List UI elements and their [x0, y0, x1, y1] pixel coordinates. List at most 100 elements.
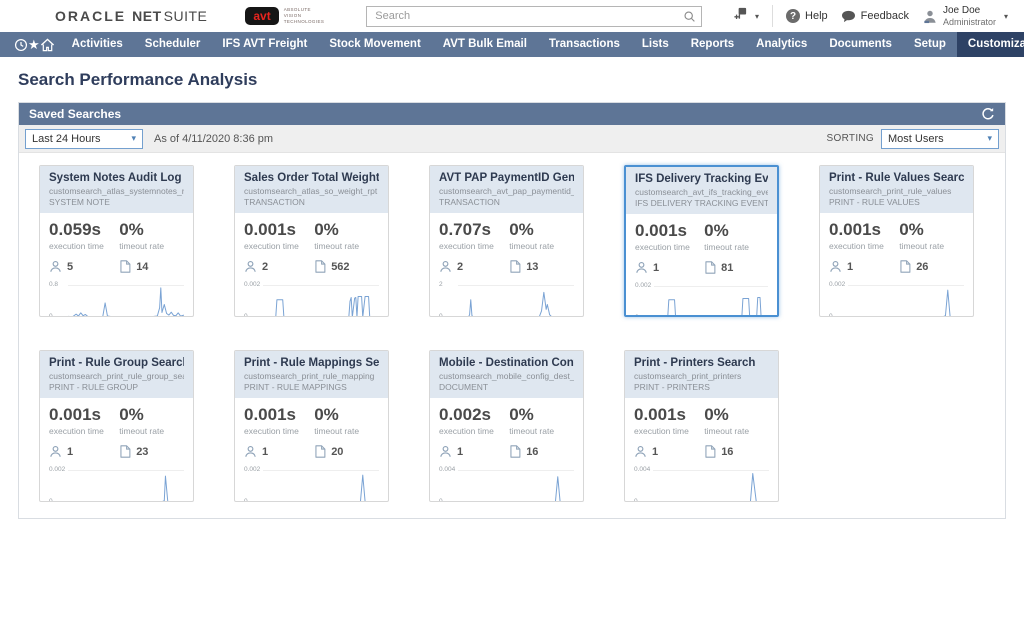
- card-record-type: IFS DELIVERY TRACKING EVENT: [635, 198, 768, 208]
- header-divider: [772, 5, 773, 27]
- timeout-rate-label: timeout rate: [704, 242, 768, 252]
- users-count: 1: [652, 446, 658, 458]
- timeout-rate-value: 0%: [704, 221, 768, 241]
- execution-time-label: execution time: [829, 241, 899, 251]
- nav-item-setup[interactable]: Setup: [903, 32, 957, 57]
- documents-count: 562: [331, 261, 349, 273]
- card-record-type: TRANSACTION: [439, 197, 574, 207]
- spark-ymin-label: 0: [829, 313, 846, 317]
- card-title: Sales Order Total Weight: [244, 172, 379, 184]
- nav-item-documents[interactable]: Documents: [818, 32, 903, 57]
- feedback-button[interactable]: Feedback: [841, 10, 909, 23]
- timeout-rate-label: timeout rate: [899, 241, 964, 251]
- search-card[interactable]: Print - Rule Group Searchcustomsearch_pr…: [39, 350, 194, 502]
- sparkline-chart: [458, 465, 574, 502]
- recent-records-clock-icon[interactable]: [14, 32, 28, 57]
- panel-title: Saved Searches: [29, 107, 121, 121]
- sparkline-chart: [68, 465, 184, 502]
- search-card[interactable]: System Notes Audit Logcustomsearch_atlas…: [39, 165, 194, 317]
- card-record-type: PRINT - RULE VALUES: [829, 197, 964, 207]
- search-card[interactable]: AVT PAP PaymentID Genera...customsearch_…: [429, 165, 584, 317]
- nav-item-stock-movement[interactable]: Stock Movement: [318, 32, 431, 57]
- help-button[interactable]: ? Help: [786, 9, 828, 23]
- card-header: Mobile - Destination Config ...customsea…: [430, 351, 583, 398]
- search-icon[interactable]: [683, 10, 696, 28]
- users-count: 1: [262, 446, 268, 458]
- timeout-rate-label: timeout rate: [119, 426, 184, 436]
- documents-count: 23: [136, 446, 148, 458]
- sorting-select[interactable]: Most Users: [881, 129, 999, 149]
- card-title: System Notes Audit Log: [49, 172, 184, 184]
- sparkline-chart: [653, 465, 769, 502]
- help-icon: ?: [786, 9, 800, 23]
- execution-time-value: 0.001s: [635, 221, 704, 241]
- refresh-icon[interactable]: [981, 107, 995, 121]
- timeout-rate-value: 0%: [119, 405, 184, 425]
- nav-item-avt-bulk-email[interactable]: AVT Bulk Email: [432, 32, 538, 57]
- avt-logo: avt Absolute Vision Technologies: [245, 7, 324, 25]
- cards-grid: System Notes Audit Logcustomsearch_atlas…: [19, 153, 1005, 518]
- nav-item-analytics[interactable]: Analytics: [745, 32, 818, 57]
- spark-ymax-label: 0.002: [244, 281, 261, 288]
- documents-icon: [509, 260, 521, 273]
- documents-count: 26: [916, 261, 928, 273]
- search-card[interactable]: Print - Printers Searchcustomsearch_prin…: [624, 350, 779, 502]
- nav-item-transactions[interactable]: Transactions: [538, 32, 631, 57]
- time-range-select[interactable]: Last 24 Hours: [25, 129, 143, 149]
- documents-count: 20: [331, 446, 343, 458]
- timeout-rate-value: 0%: [314, 405, 379, 425]
- users-count: 2: [262, 261, 268, 273]
- nav-item-ifs-avt-freight[interactable]: IFS AVT Freight: [211, 32, 318, 57]
- card-header: Print - Rule Mappings Searchcustomsearch…: [235, 351, 388, 398]
- execution-time-value: 0.059s: [49, 220, 119, 240]
- documents-count: 16: [721, 446, 733, 458]
- documents-icon: [119, 260, 131, 273]
- execution-time-value: 0.001s: [829, 220, 899, 240]
- search-card[interactable]: Sales Order Total Weightcustomsearch_atl…: [234, 165, 389, 317]
- card-record-type: SYSTEM NOTE: [49, 197, 184, 207]
- card-title: Print - Printers Search: [634, 357, 769, 369]
- spark-ymax-label: 0.002: [49, 466, 66, 473]
- search-card[interactable]: Mobile - Destination Config ...customsea…: [429, 350, 584, 502]
- users-icon: [49, 445, 62, 458]
- users-count: 1: [847, 261, 853, 273]
- timeout-rate-value: 0%: [314, 220, 379, 240]
- sparkline-chart: [68, 280, 184, 317]
- search-input[interactable]: [366, 6, 702, 27]
- timeout-rate-label: timeout rate: [509, 241, 574, 251]
- users-icon: [49, 260, 62, 273]
- spark-ymax-label: 0.004: [634, 466, 651, 473]
- timeout-rate-value: 0%: [899, 220, 964, 240]
- nav-item-activities[interactable]: Activities: [61, 32, 134, 57]
- spark-ymin-label: 0: [634, 498, 651, 502]
- sparkline-chart: [848, 280, 964, 317]
- home-icon[interactable]: [40, 32, 55, 57]
- nav-item-scheduler[interactable]: Scheduler: [134, 32, 212, 57]
- execution-time-label: execution time: [244, 241, 314, 251]
- quick-add-icon[interactable]: [733, 6, 759, 26]
- spark-ymax-label: 0.002: [635, 282, 652, 289]
- execution-time-value: 0.001s: [244, 405, 314, 425]
- card-header: Sales Order Total Weightcustomsearch_atl…: [235, 166, 388, 213]
- nav-item-customization[interactable]: Customization: [957, 32, 1024, 57]
- search-card[interactable]: Print - Rule Values Searchcustomsearch_p…: [819, 165, 974, 317]
- timeout-rate-value: 0%: [509, 405, 574, 425]
- execution-time-value: 0.001s: [244, 220, 314, 240]
- sorting-label: SORTING: [827, 133, 874, 144]
- card-script-id: customsearch_mobile_config_dest_loc...: [439, 371, 574, 381]
- nav-bar: ★ ActivitiesSchedulerIFS AVT FreightStoc…: [0, 32, 1024, 57]
- card-body: 0.001sexecution time0%timeout rate1160.0…: [625, 398, 778, 502]
- users-icon: [439, 260, 452, 273]
- nav-item-reports[interactable]: Reports: [680, 32, 745, 57]
- nav-item-lists[interactable]: Lists: [631, 32, 680, 57]
- shortcuts-star-icon[interactable]: ★: [28, 32, 40, 57]
- documents-icon: [314, 445, 326, 458]
- documents-icon: [704, 445, 716, 458]
- search-card[interactable]: Print - Rule Mappings Searchcustomsearch…: [234, 350, 389, 502]
- search-card[interactable]: IFS Delivery Tracking Event ...customsea…: [624, 165, 779, 317]
- execution-time-label: execution time: [49, 426, 119, 436]
- timeout-rate-label: timeout rate: [704, 426, 769, 436]
- users-icon: [635, 261, 648, 274]
- user-menu[interactable]: Joe Doe Administrator: [922, 5, 1008, 27]
- sparkline-chart: [654, 281, 768, 317]
